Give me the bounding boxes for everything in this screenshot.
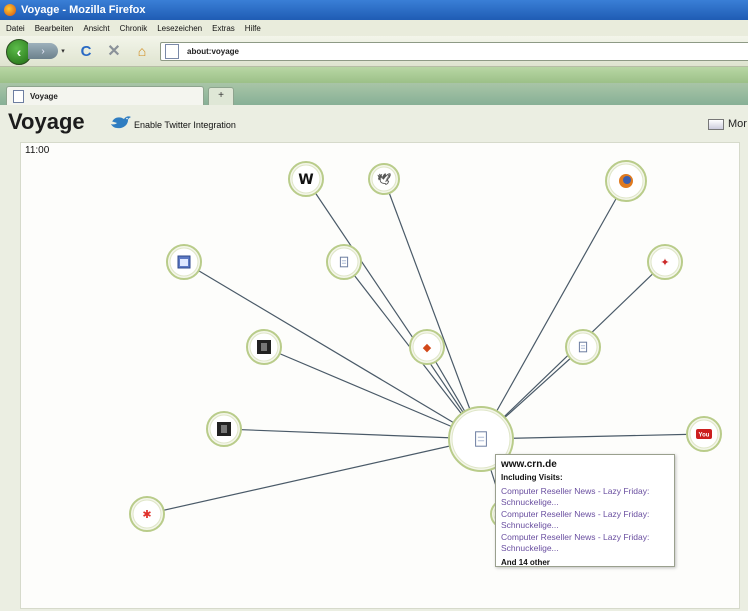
graph-node-red-site-top-right[interactable]: ✦ (647, 244, 683, 280)
tab-bar: Voyage + (0, 83, 748, 106)
graph-node-dark-site[interactable] (246, 329, 282, 365)
window-icon (177, 255, 191, 269)
tooltip-more-count: And 14 other (501, 558, 550, 567)
document-icon (339, 256, 349, 268)
graph-edge (480, 180, 627, 440)
menu-lesezeichen[interactable]: Lesezeichen (157, 24, 206, 33)
document-icon (578, 341, 588, 353)
menu-ansicht[interactable]: Ansicht (83, 24, 113, 33)
history-dropdown-button[interactable]: ▾ (58, 45, 68, 57)
twitter-integration-link[interactable]: Enable Twitter Integration (134, 120, 236, 130)
more-label: Mor (728, 118, 747, 130)
page-content: Voyage Enable Twitter Integration Mor 11… (0, 105, 748, 611)
window-titlebar: Voyage - Mozilla Firefox (0, 0, 748, 20)
page-icon (165, 44, 179, 59)
tab-label: Voyage (30, 91, 58, 101)
wikipedia-w-icon: W (298, 172, 313, 188)
graph-node-wikipedia[interactable]: W (288, 161, 324, 197)
graph-node-blue-site[interactable] (166, 244, 202, 280)
bird-icon: 🕊 (377, 173, 391, 186)
tooltip-domain: www.crn.de (501, 459, 557, 470)
menu-hilfe[interactable]: Hilfe (245, 24, 265, 33)
graph-node-youtube[interactable]: You (686, 416, 722, 452)
graph-node-firefox-site[interactable] (605, 160, 647, 202)
visit-link[interactable]: Computer Reseller News - Lazy Friday: Sc… (501, 532, 669, 554)
page-title: Voyage (8, 109, 85, 134)
graph-node-fox-site[interactable]: ◆ (409, 329, 445, 365)
graph-edge (263, 346, 482, 440)
forward-button[interactable]: › (28, 43, 58, 59)
forward-arrow-icon: › (41, 45, 45, 57)
graph-node-red-flower[interactable]: ✱ (129, 496, 165, 532)
chevron-down-icon: ▾ (61, 48, 65, 55)
url-text[interactable]: about:voyage (187, 47, 239, 56)
graph-edge (480, 433, 705, 440)
document-icon (475, 431, 487, 447)
menu-chronik[interactable]: Chronik (120, 24, 152, 33)
more-button[interactable]: Mor (708, 118, 747, 130)
graph-node-doc-right[interactable] (565, 329, 601, 365)
plus-icon: + (218, 90, 224, 101)
visit-link[interactable]: Computer Reseller News - Lazy Friday: Sc… (501, 509, 669, 531)
graph-edge (383, 178, 482, 440)
svg-text:You: You (699, 433, 710, 439)
firefox-icon (619, 174, 633, 188)
address-bar[interactable]: about:voyage (160, 42, 748, 61)
tooltip-subheading: Including Visits: (501, 473, 563, 482)
document-icon (13, 89, 24, 103)
youtube-icon: You (696, 429, 712, 439)
firefox-icon (4, 4, 16, 16)
new-tab-button[interactable]: + (208, 87, 234, 106)
flower-icon: ✱ (142, 508, 151, 521)
home-button[interactable]: ⌂ (132, 42, 152, 60)
graph-node-bird-site[interactable]: 🕊 (368, 163, 400, 195)
graph-edge (305, 178, 482, 440)
reload-icon: C (80, 42, 92, 60)
dark-square-icon (217, 422, 231, 436)
dark-square-icon (257, 340, 271, 354)
menu-datei[interactable]: Datei (6, 24, 29, 33)
tab-voyage[interactable]: Voyage (6, 86, 204, 105)
menu-bar: Datei Bearbeiten Ansicht Chronik Lesezei… (0, 20, 748, 37)
menu-extras[interactable]: Extras (212, 24, 239, 33)
visit-link[interactable]: Computer Reseller News - Lazy Friday: Sc… (501, 486, 669, 508)
menu-bearbeiten[interactable]: Bearbeiten (35, 24, 78, 33)
bookmarks-toolbar (0, 67, 748, 83)
graph-edge (223, 428, 482, 440)
graph-edge (146, 438, 482, 515)
twitter-bird-icon (111, 116, 131, 129)
node-tooltip: www.crn.de Including Visits: Computer Re… (495, 454, 675, 567)
graph-node-doc-top[interactable] (326, 244, 362, 280)
graph-node-dark-site-2[interactable] (206, 411, 242, 447)
fox-icon: ◆ (423, 341, 432, 354)
red-logo-icon: ✦ (660, 256, 669, 269)
history-graph-panel: 11:00 W 🕊 ✦ ◆ You ✱ www.crn.de Including Visi… (20, 142, 740, 609)
home-icon: ⌂ (137, 43, 147, 59)
window-icon (708, 118, 724, 130)
close-icon: ✕ (107, 43, 121, 60)
window-title: Voyage - Mozilla Firefox (21, 4, 146, 16)
stop-button[interactable]: ✕ (104, 42, 124, 60)
back-arrow-icon: ‹ (16, 44, 22, 60)
reload-button[interactable]: C (76, 42, 96, 60)
navigation-toolbar: ‹ › ▾ C ✕ ⌂ about:voyage (0, 36, 748, 67)
